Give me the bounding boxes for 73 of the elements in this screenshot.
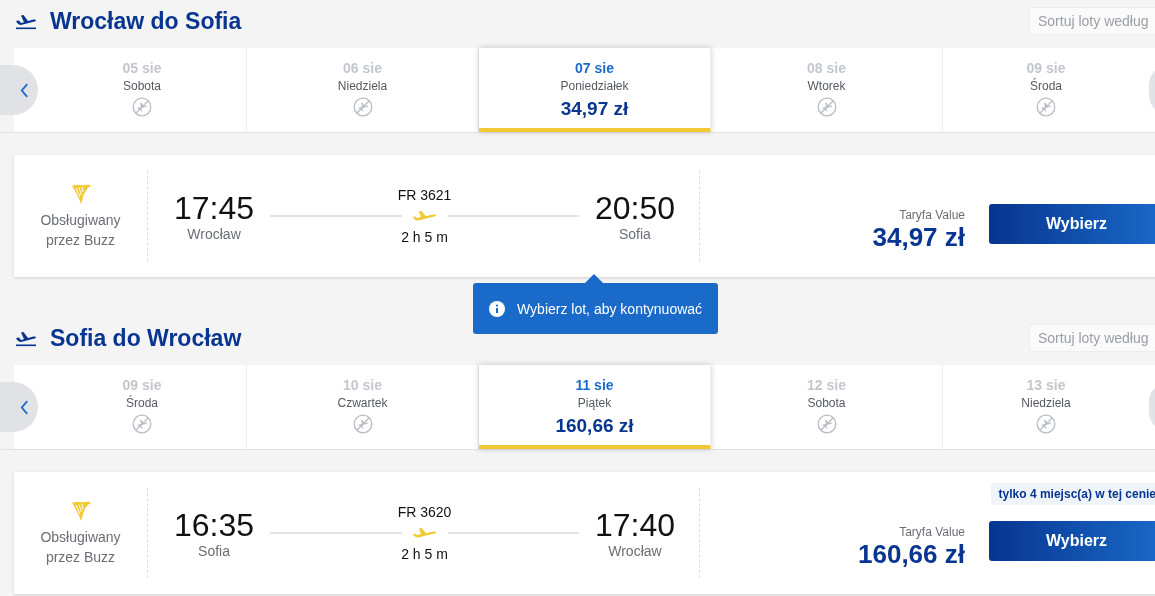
plane-icon: [411, 209, 438, 223]
arrival-time: 17:40: [594, 507, 675, 543]
departing-plane-icon: [15, 329, 37, 347]
date-tab[interactable]: 05 sie Sobota: [38, 48, 247, 132]
weekday-label: Piątek: [577, 396, 612, 410]
departure-time: 17:45: [174, 190, 255, 226]
date-tab[interactable]: 07 sie Poniedziałek 34,97 zł: [479, 48, 711, 132]
date-price: 34,97 zł: [560, 98, 629, 120]
weekday-label: Środa: [126, 396, 158, 410]
date-label: 12 sie: [807, 377, 846, 393]
departure-city: Sofia: [198, 543, 230, 559]
previous-dates-button[interactable]: [0, 382, 38, 432]
fare-label: Taryfa Value: [899, 207, 965, 222]
fare-label: Taryfa Value: [899, 524, 965, 539]
no-flights-icon: [1036, 414, 1056, 434]
date-tab[interactable]: 08 sie Wtorek: [711, 48, 943, 132]
fare-price: 160,66 zł: [858, 538, 965, 570]
operator-label: Obsługiwany przez Buzz: [39, 528, 122, 567]
plane-icon: [411, 526, 438, 540]
fare-price: 34,97 zł: [872, 221, 965, 253]
date-label: 06 sie: [343, 60, 382, 76]
date-label: 05 sie: [122, 60, 162, 76]
seats-left-badge: tylko 4 miejsc(a) w tej cenie: [990, 483, 1155, 505]
no-flights-icon: [816, 97, 837, 117]
weekday-label: Niedziela: [1021, 396, 1071, 410]
no-flights-icon: [352, 97, 373, 117]
date-tab[interactable]: 06 sie Niedziela: [247, 48, 479, 132]
weekday-label: Środa: [1030, 79, 1062, 93]
flight-number: FR 3621: [397, 187, 452, 203]
date-tab[interactable]: 13 sie Niedziela: [943, 365, 1149, 449]
hint-text: Wybierz lot, aby kontynuować: [517, 300, 703, 317]
arrival-time: 20:50: [594, 190, 675, 226]
date-tab[interactable]: 11 sie Piątek 160,66 zł: [479, 365, 711, 449]
date-label: 09 sie: [122, 377, 162, 393]
select-button[interactable]: Wybierz: [989, 521, 1155, 561]
weekday-label: Sobota: [807, 396, 846, 410]
flight-duration: 2 h 5 m: [401, 546, 448, 562]
date-label: 13 sie: [1026, 377, 1066, 393]
chevron-left-icon: [19, 82, 29, 98]
flight-duration: 2 h 5 m: [401, 229, 448, 245]
weekday-label: Sobota: [122, 79, 161, 93]
date-label: 10 sie: [343, 377, 382, 393]
date-label: 09 sie: [1026, 60, 1066, 76]
operator-label: Obsługiwany przez Buzz: [39, 211, 122, 250]
no-flights-icon: [1036, 97, 1056, 117]
date-label: 07 sie: [575, 60, 614, 76]
weekday-label: Czwartek: [337, 396, 388, 410]
previous-dates-button[interactable]: [0, 65, 38, 115]
no-flights-icon: [132, 97, 152, 117]
date-tab[interactable]: 09 sie Środa: [38, 365, 247, 449]
date-price: 160,66 zł: [555, 415, 634, 437]
weekday-label: Wtorek: [807, 79, 846, 93]
no-flights-icon: [816, 414, 837, 434]
select-button[interactable]: Wybierz: [989, 204, 1155, 244]
date-tab[interactable]: 10 sie Czwartek: [247, 365, 479, 449]
arrival-city: Wrocław: [608, 543, 662, 559]
date-label: 11 sie: [575, 377, 614, 393]
chevron-left-icon: [19, 399, 29, 415]
info-icon: [489, 300, 505, 317]
arrival-city: Sofia: [619, 226, 651, 242]
route-title: Wrocław do Sofia: [50, 7, 242, 35]
departure-city: Wrocław: [187, 226, 241, 242]
departing-plane-icon: [15, 12, 37, 30]
date-tab[interactable]: 09 sie Środa: [943, 48, 1149, 132]
date-label: 08 sie: [807, 60, 846, 76]
weekday-label: Poniedziałek: [560, 79, 629, 93]
flight-number: FR 3620: [397, 504, 452, 520]
no-flights-icon: [352, 414, 373, 434]
weekday-label: Niedziela: [337, 79, 388, 93]
departure-time: 16:35: [174, 507, 255, 543]
no-flights-icon: [132, 414, 152, 434]
route-title: Sofia do Wrocław: [50, 324, 242, 352]
date-tab[interactable]: 12 sie Sobota: [711, 365, 943, 449]
